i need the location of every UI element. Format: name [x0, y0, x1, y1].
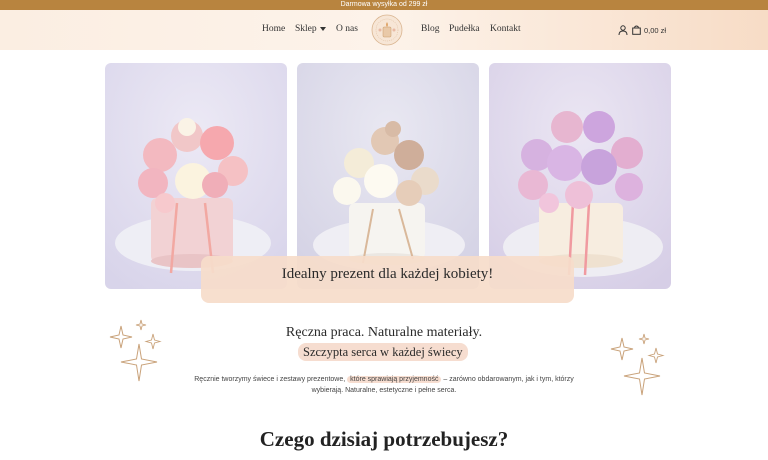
nav-shop-label: Sklep [295, 24, 317, 34]
logo[interactable] [370, 13, 404, 47]
nav-blog[interactable]: Blog [421, 24, 439, 34]
nav-home[interactable]: Home [262, 24, 285, 34]
user-icon[interactable] [618, 25, 628, 35]
promo-text: Darmowa wysyłka od 299 zł [340, 1, 428, 8]
nav-boxes[interactable]: Pudełka [449, 24, 480, 34]
intro-paragraph: Ręcznie tworzymy świece i zestawy prezen… [184, 374, 584, 396]
sparkles-right-icon [610, 333, 665, 396]
intro-para-start: Ręcznie tworzymy świece i zestawy prezen… [194, 376, 346, 383]
intro-para-highlight: które sprawiają przyjemność [347, 376, 442, 383]
nav-contact[interactable]: Kontakt [490, 24, 521, 34]
section-title: Czego dzisiaj potrzebujesz? [259, 427, 509, 451]
logo-emblem [371, 14, 403, 46]
cart-button[interactable]: 0,00 zł [632, 24, 666, 36]
hero-banner-text: Idealny prezent dla każdej kobiety! [281, 266, 494, 282]
nav-about[interactable]: O nas [336, 24, 358, 34]
shopping-bag-icon [632, 25, 641, 35]
nav-shop[interactable]: Sklep [295, 24, 326, 34]
intro-subheadline: Szczypta serca w każdej świecy [298, 343, 468, 361]
promo-bar: Darmowa wysyłka od 299 zł [0, 0, 768, 10]
hero-banner: Idealny prezent dla każdej kobiety! [201, 256, 574, 303]
intro-headline: Ręczna praca. Naturalne materiały. [285, 325, 483, 340]
cart-total: 0,00 zł [644, 25, 667, 35]
site-header: Home Sklep O nas Blog Pudełka Kontakt 0,… [0, 10, 768, 50]
chevron-down-icon [319, 26, 326, 31]
